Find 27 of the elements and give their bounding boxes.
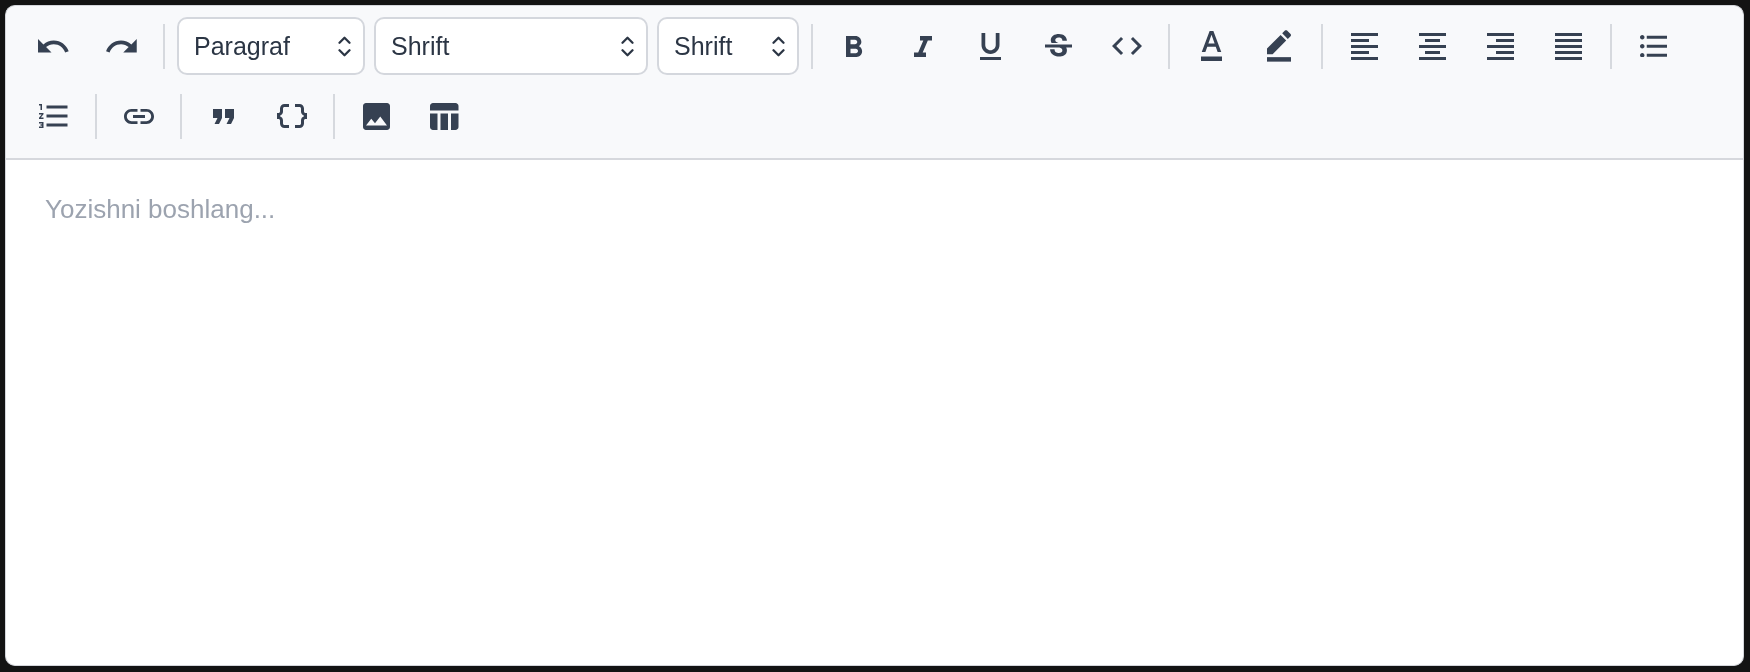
editor-field[interactable]: Yozishni boshlang... [5,160,1744,666]
code-icon [1111,37,1142,55]
table-icon [430,102,459,130]
undo-icon [38,39,69,53]
link-icon [123,108,154,124]
chevron-icon [621,35,634,57]
text-color-icon [1201,31,1222,61]
dropdown[interactable]: Shrift [374,17,648,75]
braces-icon [276,104,307,128]
align-right-icon [1487,32,1514,60]
align-justify-icon [1555,32,1582,60]
italic-icon [913,35,932,57]
bullet-list-icon [1639,34,1668,58]
chevron-icon [772,35,785,57]
dropdown[interactable]: Paragraf [177,17,365,75]
pencil-icon [1267,30,1292,62]
image-icon [363,102,390,130]
quote-icon [213,108,234,124]
align-center-icon [1419,32,1446,60]
dropdown[interactable]: Shrift [657,17,799,75]
redo-icon [106,39,137,53]
strikethrough-icon [1045,34,1072,58]
underline-icon [980,32,1001,60]
bold-icon [846,35,863,57]
chevron-icon [338,35,351,57]
align-left-icon [1351,32,1378,60]
numbered-list-icon [39,104,68,128]
